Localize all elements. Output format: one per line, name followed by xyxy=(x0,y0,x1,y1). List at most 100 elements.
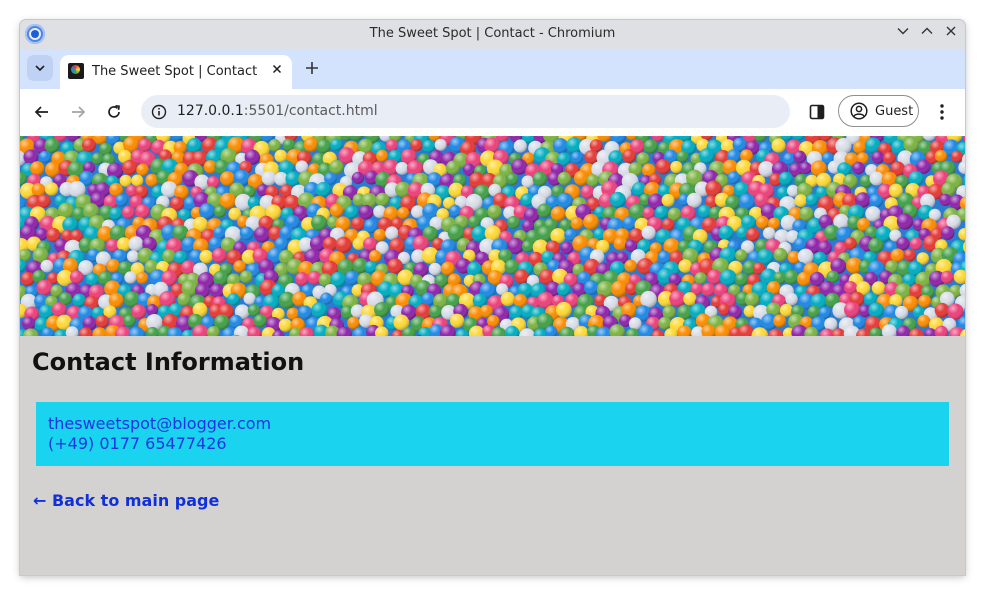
tab-title: The Sweet Spot | Contact xyxy=(92,64,258,79)
profile-button[interactable]: Guest xyxy=(838,95,919,127)
candy-ball-shine xyxy=(678,259,692,273)
candy-ball-shine xyxy=(95,314,109,329)
candy-ball-shine xyxy=(509,305,524,320)
candy-ball-shine xyxy=(30,161,45,176)
candy-ball-shine xyxy=(106,258,120,273)
candy-ball-shine xyxy=(896,213,914,230)
candy-ball-shine xyxy=(311,302,328,318)
candy-ball-shine xyxy=(507,216,520,229)
candy-ball-shine xyxy=(253,226,271,243)
candy-ball-shine xyxy=(895,305,909,320)
browser-menu-button[interactable] xyxy=(932,101,952,123)
candy-ball-shine xyxy=(580,185,595,199)
candy-ball-shine xyxy=(799,206,814,221)
candy-ball-shine xyxy=(584,150,599,165)
candy-ball-shine xyxy=(91,152,104,165)
tab-contact[interactable]: The Sweet Spot | Contact xyxy=(60,55,292,89)
candy-ball-shine xyxy=(896,236,910,251)
site-info-button[interactable] xyxy=(149,102,168,121)
candy-ball-shine xyxy=(727,171,740,184)
minimize-button[interactable] xyxy=(893,24,913,44)
candy-ball-shine xyxy=(375,192,390,207)
candy-ball-shine xyxy=(746,227,760,242)
candy-ball-shine xyxy=(785,292,798,306)
candy-ball-shine xyxy=(868,237,884,253)
candy-ball-shine xyxy=(123,314,136,327)
candy-ball-shine xyxy=(449,204,462,217)
candy-ball-shine xyxy=(344,270,360,286)
candy-ball-shine xyxy=(303,137,319,152)
candy-ball-shine xyxy=(297,305,313,320)
candy-ball-shine xyxy=(958,228,965,241)
candy-ball-shine xyxy=(37,194,51,208)
candy-ball-shine xyxy=(958,160,965,175)
candy-ball-shine xyxy=(315,182,331,198)
candy-ball-shine xyxy=(126,250,139,263)
candy-ball-shine xyxy=(797,271,812,287)
candy-ball-shine xyxy=(348,136,363,141)
candy-ball-shine xyxy=(506,173,519,186)
phone-link[interactable]: (+49) 0177 65477426 xyxy=(48,434,227,453)
tab-strip: The Sweet Spot | Contact xyxy=(20,49,965,89)
candy-ball-shine xyxy=(570,217,584,230)
candy-ball-shine xyxy=(609,191,626,208)
candy-ball-shine xyxy=(869,171,884,186)
candy-ball-shine xyxy=(428,304,443,319)
candy-ball-shine xyxy=(773,247,788,262)
hero-banner-image xyxy=(20,136,965,336)
candy-ball-shine xyxy=(351,171,365,184)
candy-ball-shine xyxy=(624,259,637,273)
forward-button[interactable] xyxy=(66,100,90,124)
candy-ball-shine xyxy=(44,137,60,153)
candy-ball-shine xyxy=(428,262,442,276)
back-button[interactable] xyxy=(30,100,54,124)
candy-ball-shine xyxy=(584,280,599,295)
candy-ball-shine xyxy=(20,271,35,287)
candy-ball-shine xyxy=(145,173,159,187)
candy-ball-shine xyxy=(570,151,584,164)
address-bar[interactable]: 127.0.0.1:5501/contact.html xyxy=(141,95,790,128)
candy-ball-shine xyxy=(410,138,423,152)
candy-ball-shine xyxy=(136,271,149,284)
candy-ball-shine xyxy=(658,316,672,330)
candy-ball-shine xyxy=(622,216,637,231)
email-link[interactable]: thesweetspot@blogger.com xyxy=(48,414,271,433)
candy-ball-shine xyxy=(573,170,589,186)
candy-ball-shine xyxy=(115,194,128,207)
candy-ball-shine xyxy=(239,270,253,284)
candy-ball-shine xyxy=(934,149,948,163)
candy-ball-shine xyxy=(537,203,552,218)
candy-ball-shine xyxy=(44,182,59,196)
candy-ball-shine xyxy=(676,150,689,163)
back-to-main-link[interactable]: ← Back to main page xyxy=(33,491,219,510)
candy-ball-shine xyxy=(947,303,964,320)
candy-ball-shine xyxy=(922,136,936,141)
candy-ball-shine xyxy=(917,314,931,328)
candy-ball-shine xyxy=(797,248,814,265)
close-window-button[interactable] xyxy=(941,24,961,44)
candy-ball-shine xyxy=(385,139,399,152)
candy-ball-shine xyxy=(903,136,920,153)
tab-search-button[interactable] xyxy=(27,55,53,81)
candy-ball-shine xyxy=(40,259,54,273)
candy-ball-shine xyxy=(373,228,386,242)
candy-ball-shine xyxy=(734,272,749,286)
candy-ball-shine xyxy=(351,216,365,231)
candy-ball-shine xyxy=(950,150,963,163)
maximize-button[interactable] xyxy=(917,24,937,44)
close-tab-button[interactable] xyxy=(268,61,286,79)
candy-ball-shine xyxy=(38,150,52,164)
side-panel-button[interactable] xyxy=(806,101,828,123)
candy-ball-shine xyxy=(532,171,547,187)
close-icon xyxy=(946,26,956,36)
browser-toolbar: 127.0.0.1:5501/contact.html Guest xyxy=(20,89,965,136)
new-tab-button[interactable] xyxy=(300,57,324,81)
candy-ball-shine xyxy=(450,313,465,328)
candy-ball-shine xyxy=(146,304,159,316)
reload-button[interactable] xyxy=(102,100,126,124)
candy-ball-shine xyxy=(686,192,702,208)
candy-ball-shine xyxy=(556,282,571,297)
candy-ball-shine xyxy=(641,225,656,240)
url-text: 127.0.0.1:5501/contact.html xyxy=(177,103,378,119)
candy-ball-shine xyxy=(345,205,359,219)
